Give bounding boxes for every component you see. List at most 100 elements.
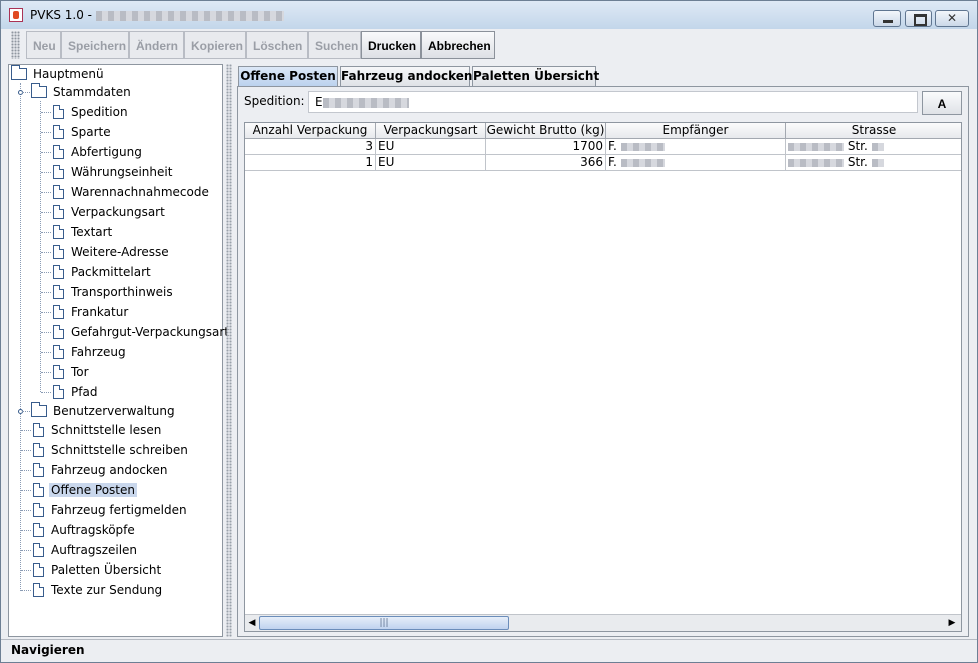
tree-item-fahrzeug[interactable]: Fahrzeug: [53, 343, 128, 361]
document-icon: [53, 265, 64, 279]
close-button[interactable]: [935, 10, 969, 27]
scrollbar-thumb[interactable]: |||: [259, 616, 509, 630]
edit-button[interactable]: Ändern: [129, 31, 184, 59]
document-icon: [53, 285, 64, 299]
cancel-button[interactable]: Abbrechen: [421, 31, 495, 59]
tab-content: Spedition: E A Anzahl Verpackung Verpack…: [237, 86, 969, 637]
tree-item-spedition[interactable]: Spedition: [53, 103, 130, 121]
document-icon: [53, 125, 64, 139]
document-icon: [33, 563, 44, 577]
tree-item-verpackungsart[interactable]: Verpackungsart: [53, 203, 167, 221]
horizontal-scrollbar[interactable]: ◀ ||| ▶: [245, 614, 961, 631]
table-cell[interactable]: 1: [245, 155, 376, 171]
maximize-button[interactable]: [905, 10, 932, 27]
tab-offene-posten[interactable]: Offene Posten: [238, 66, 338, 86]
column-header-empfaenger[interactable]: Empfänger: [606, 123, 786, 139]
table-cell[interactable]: Str.: [786, 155, 961, 171]
copy-button[interactable]: Kopieren: [184, 31, 246, 59]
tree-root[interactable]: Hauptmenü: [11, 65, 106, 83]
tree-item-waehrungseinheit[interactable]: Währungseinheit: [53, 163, 174, 181]
spedition-field[interactable]: E: [308, 91, 918, 113]
tab-paletten-uebersicht[interactable]: Paletten Übersicht: [472, 66, 599, 86]
document-icon: [53, 205, 64, 219]
table-cell[interactable]: F.: [606, 155, 786, 171]
tree-item-pfad[interactable]: Pfad: [53, 383, 99, 401]
tree-item-textart[interactable]: Textart: [53, 223, 114, 241]
minimize-button[interactable]: [873, 10, 901, 27]
document-icon: [33, 543, 44, 557]
document-icon: [53, 145, 64, 159]
tree-item-paletten-uebersicht[interactable]: Paletten Übersicht: [33, 561, 163, 579]
print-button[interactable]: Drucken: [361, 31, 421, 59]
toolbar-grip[interactable]: [11, 31, 20, 59]
document-icon: [53, 345, 64, 359]
column-header-verpackungsart[interactable]: Verpackungsart: [376, 123, 486, 139]
document-icon: [33, 583, 44, 597]
tree-item-sparte[interactable]: Sparte: [53, 123, 113, 141]
document-icon: [53, 325, 64, 339]
scroll-right-icon[interactable]: ▶: [945, 616, 959, 630]
document-icon: [53, 245, 64, 259]
spedition-select-button[interactable]: A: [922, 91, 962, 115]
document-icon: [33, 483, 44, 497]
tree-item-gefahrgut-verpackungsart[interactable]: Gefahrgut-Verpackungsart: [53, 323, 231, 341]
document-icon: [53, 165, 64, 179]
application-window: PVKS 1.0 - Neu Speichern Ändern Kopieren…: [0, 0, 978, 663]
tree-item-frankatur[interactable]: Frankatur: [53, 303, 130, 321]
table-cell[interactable]: EU: [376, 139, 486, 155]
table-cell[interactable]: 3: [245, 139, 376, 155]
status-text: Navigieren: [11, 643, 85, 657]
navigation-tree: Hauptmenü Stammdaten Spedition Sparte Ab…: [8, 64, 229, 637]
document-icon: [53, 225, 64, 239]
document-icon: [53, 385, 64, 399]
tree-item-tor[interactable]: Tor: [53, 363, 91, 381]
document-icon: [53, 365, 64, 379]
column-header-strasse[interactable]: Strasse: [786, 123, 961, 139]
title-bar[interactable]: PVKS 1.0 -: [1, 1, 977, 29]
document-icon: [33, 423, 44, 437]
document-icon: [53, 105, 64, 119]
tree-item-schnittstelle-schreiben[interactable]: Schnittstelle schreiben: [33, 441, 190, 459]
search-button[interactable]: Suchen: [308, 31, 361, 59]
document-icon: [33, 503, 44, 517]
column-header-anzahl[interactable]: Anzahl Verpackung: [245, 123, 376, 139]
document-icon: [33, 523, 44, 537]
save-button[interactable]: Speichern: [61, 31, 129, 59]
tree-item-transporthinweis[interactable]: Transporthinweis: [53, 283, 175, 301]
table-cell[interactable]: F.: [606, 139, 786, 155]
column-header-gewicht[interactable]: Gewicht Brutto (kg): [486, 123, 606, 139]
delete-button[interactable]: Löschen: [246, 31, 308, 59]
tree-node-stammdaten[interactable]: Stammdaten: [31, 83, 133, 101]
folder-icon: [11, 65, 27, 80]
table-cell[interactable]: 1700: [486, 139, 606, 155]
tree-item-fahrzeug-andocken[interactable]: Fahrzeug andocken: [33, 461, 169, 479]
tree-item-fahrzeug-fertigmelden[interactable]: Fahrzeug fertigmelden: [33, 501, 189, 519]
split-pane-divider[interactable]: [226, 64, 232, 637]
tree-item-auftragszeilen[interactable]: Auftragszeilen: [33, 541, 139, 559]
content-panel: Offene Posten Fahrzeug andocken Paletten…: [234, 64, 971, 637]
tree-item-offene-posten[interactable]: Offene Posten: [33, 481, 137, 499]
table-cell[interactable]: EU: [376, 155, 486, 171]
document-icon: [53, 305, 64, 319]
java-app-icon: [9, 8, 23, 22]
document-icon: [33, 443, 44, 457]
toolbar: Neu Speichern Ändern Kopieren Löschen Su…: [3, 30, 975, 62]
scroll-left-icon[interactable]: ◀: [245, 616, 259, 630]
open-items-table: Anzahl Verpackung Verpackungsart Gewicht…: [244, 122, 962, 632]
window-title: PVKS 1.0 -: [30, 8, 284, 22]
tree-line: [40, 101, 41, 392]
tree-item-abfertigung[interactable]: Abfertigung: [53, 143, 144, 161]
tree-item-warennachnahmecode[interactable]: Warennachnahmecode: [53, 183, 211, 201]
table-cell[interactable]: 366: [486, 155, 606, 171]
folder-icon: [31, 83, 47, 98]
tree-node-benutzerverwaltung[interactable]: Benutzerverwaltung: [31, 402, 177, 420]
tab-fahrzeug-andocken[interactable]: Fahrzeug andocken: [340, 66, 472, 86]
new-button[interactable]: Neu: [26, 31, 61, 59]
status-bar: Navigieren: [1, 639, 977, 662]
tree-item-schnittstelle-lesen[interactable]: Schnittstelle lesen: [33, 421, 163, 439]
tree-item-auftragskoepfe[interactable]: Auftragsköpfe: [33, 521, 137, 539]
table-cell[interactable]: Str.: [786, 139, 961, 155]
tree-item-weitere-adresse[interactable]: Weitere-Adresse: [53, 243, 171, 261]
tree-item-packmittelart[interactable]: Packmittelart: [53, 263, 153, 281]
tree-item-texte-zur-sendung[interactable]: Texte zur Sendung: [33, 581, 164, 599]
